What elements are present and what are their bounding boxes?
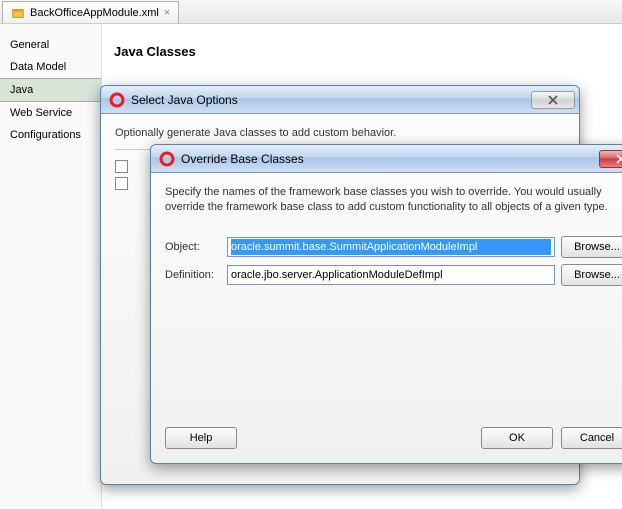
dialog1-desc: Optionally generate Java classes to add … [115, 126, 565, 141]
help-button[interactable]: Help [165, 427, 237, 449]
sidebar: General Data Model Java Web Service Conf… [0, 24, 102, 509]
oracle-icon [159, 151, 175, 167]
object-input[interactable]: oracle.summit.base.SummitApplicationModu… [227, 237, 555, 257]
dialog2-footer: Help OK Cancel [151, 417, 622, 463]
dialog2-title: Override Base Classes [181, 152, 599, 166]
dialog2-body: Specify the names of the framework base … [151, 173, 622, 304]
file-tab[interactable]: BackOfficeAppModule.xml × [2, 1, 179, 23]
tab-label: BackOfficeAppModule.xml [30, 7, 159, 19]
sidebar-item-data-model[interactable]: Data Model [0, 56, 101, 78]
close-icon[interactable]: × [164, 7, 170, 19]
dialog2-desc: Specify the names of the framework base … [165, 185, 622, 216]
definition-row: Definition: Browse... [165, 264, 622, 286]
close-icon [548, 95, 558, 105]
oracle-icon [109, 92, 125, 108]
close-icon [616, 154, 622, 164]
dialog2-titlebar[interactable]: Override Base Classes [151, 145, 622, 173]
browse-definition-button[interactable]: Browse... [561, 264, 622, 286]
sidebar-item-configurations[interactable]: Configurations [0, 124, 101, 146]
sidebar-item-general[interactable]: General [0, 34, 101, 56]
ok-button[interactable]: OK [481, 427, 553, 449]
dialog2-close-button[interactable] [599, 150, 622, 168]
dialog1-title: Select Java Options [131, 93, 531, 107]
checkbox-2[interactable] [115, 177, 128, 190]
sidebar-item-java[interactable]: Java [0, 78, 101, 102]
definition-label: Definition: [165, 269, 221, 281]
page-title: Java Classes [114, 44, 610, 59]
dialog1-titlebar[interactable]: Select Java Options [101, 86, 579, 114]
dialog1-close-button[interactable] [531, 91, 575, 109]
object-label: Object: [165, 241, 221, 253]
browse-object-button[interactable]: Browse... [561, 236, 622, 258]
object-value: oracle.summit.base.SummitApplicationModu… [231, 239, 551, 255]
tab-bar: BackOfficeAppModule.xml × [0, 0, 622, 24]
cancel-button[interactable]: Cancel [561, 427, 622, 449]
sidebar-item-web-service[interactable]: Web Service [0, 102, 101, 124]
checkbox-1[interactable] [115, 160, 128, 173]
dialog-override-base-classes: Override Base Classes Specify the names … [150, 144, 622, 464]
definition-input[interactable] [227, 265, 555, 285]
object-row: Object: oracle.summit.base.SummitApplica… [165, 236, 622, 258]
module-icon [11, 6, 25, 20]
